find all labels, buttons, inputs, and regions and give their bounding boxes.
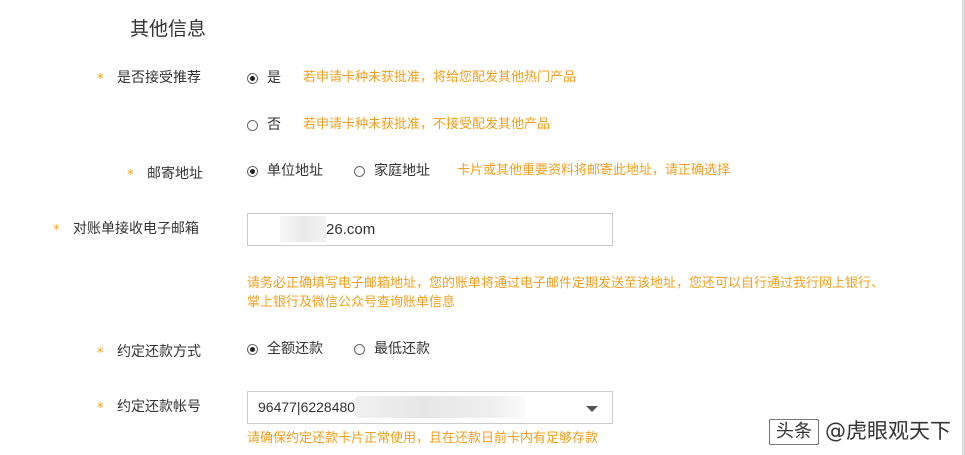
recommend-label: 是否接受推荐 xyxy=(117,70,201,86)
email-label: 对账单接收电子邮箱 xyxy=(73,221,199,237)
chevron-down-icon xyxy=(586,406,598,412)
recommend-no-radio[interactable]: 否 xyxy=(247,115,281,135)
repay-account-hint: 请确保约定还款卡片正常使用，且在还款日前卡内有足够存款 xyxy=(247,431,599,446)
repay-full-label: 全额还款 xyxy=(267,341,323,357)
mail-address-hint: 卡片或其他重要资料将邮寄此地址，请正确选择 xyxy=(457,163,731,178)
radio-unchecked-icon xyxy=(354,165,365,177)
radio-unchecked-icon xyxy=(247,119,258,131)
recommend-no-label: 否 xyxy=(267,117,281,133)
mail-address-label: 邮寄地址 xyxy=(147,166,203,182)
repay-method-label: 约定还款方式 xyxy=(117,344,201,360)
section-title: 其他信息 xyxy=(130,18,207,40)
radio-checked-icon xyxy=(247,343,258,355)
redacted-mask xyxy=(355,395,526,418)
required-mark: * xyxy=(97,401,104,416)
required-mark: * xyxy=(127,168,134,183)
watermark-logo: 头条 xyxy=(769,419,819,445)
repay-account-label: 约定还款帐号 xyxy=(117,399,201,415)
radio-checked-icon xyxy=(247,165,258,177)
required-mark: * xyxy=(97,72,104,87)
radio-checked-icon xyxy=(247,72,258,84)
repay-min-label: 最低还款 xyxy=(374,341,430,357)
repay-full-radio[interactable]: 全额还款 xyxy=(247,339,323,359)
required-mark: * xyxy=(97,346,104,361)
watermark: 头条 @虎眼观天下 xyxy=(769,415,951,445)
email-hint-line2: 掌上银行及微信公众号查询账单信息 xyxy=(247,295,456,310)
mail-address-work-radio[interactable]: 单位地址 xyxy=(247,161,323,181)
mail-address-home-radio[interactable]: 家庭地址 xyxy=(354,161,430,181)
required-mark: * xyxy=(53,223,60,238)
mail-address-home-label: 家庭地址 xyxy=(374,163,430,179)
recommend-yes-hint: 若申请卡种未获批准，将给您配发其他热门产品 xyxy=(303,70,577,85)
recommend-yes-label: 是 xyxy=(267,70,281,86)
repay-min-radio[interactable]: 最低还款 xyxy=(354,339,430,359)
email-field[interactable]: 26.com xyxy=(247,213,613,246)
recommend-yes-radio[interactable]: 是 xyxy=(247,68,281,88)
repay-account-select[interactable]: 96477|6228480 xyxy=(247,391,613,424)
recommend-no-hint: 若申请卡种未获批准，不接受配发其他产品 xyxy=(303,117,551,132)
watermark-text: @虎眼观天下 xyxy=(825,419,951,443)
mail-address-work-label: 单位地址 xyxy=(267,163,323,179)
email-field-value: 26.com xyxy=(326,221,376,238)
radio-unchecked-icon xyxy=(354,343,365,355)
email-hint-line1: 请务必正确填写电子邮箱地址，您的账单将通过电子邮件定期发送至该地址，您还可以自行… xyxy=(247,276,885,291)
redacted-mask xyxy=(280,215,326,242)
repay-account-value: 96477|6228480 xyxy=(258,399,356,415)
